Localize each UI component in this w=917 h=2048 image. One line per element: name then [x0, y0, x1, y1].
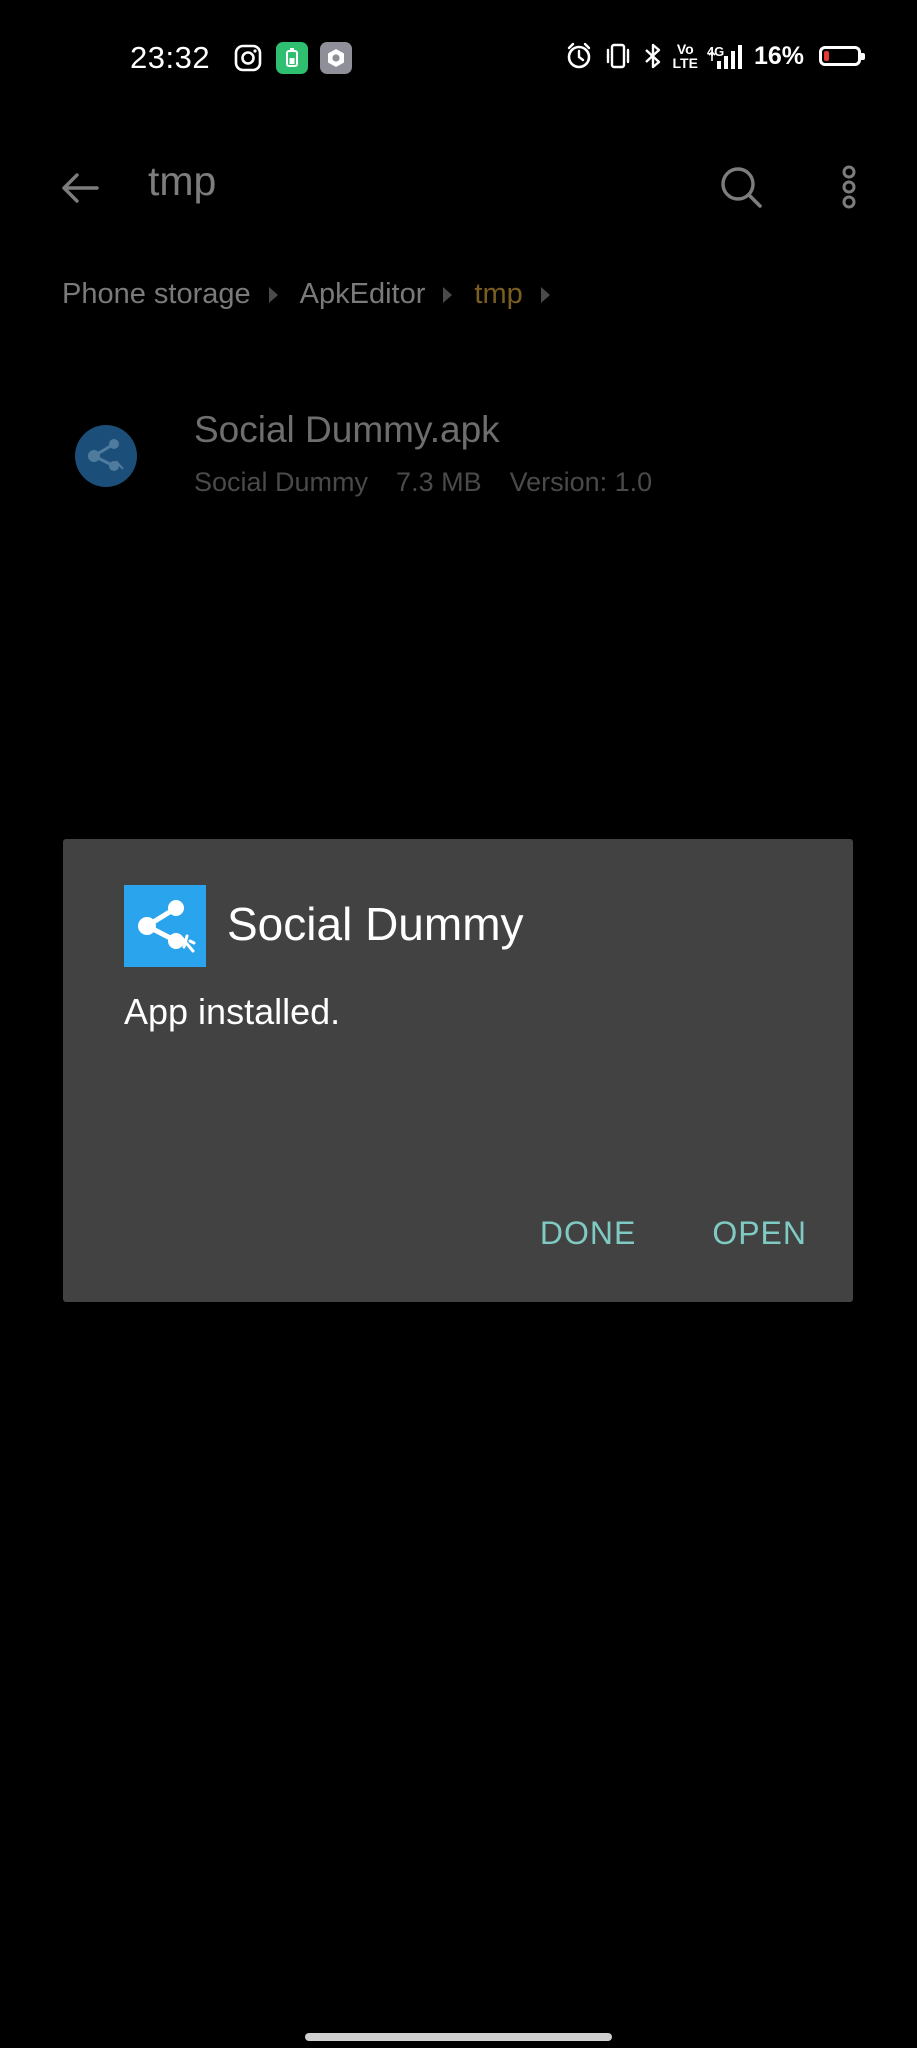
breadcrumb: Phone storage ApkEditor tmp: [62, 278, 572, 311]
file-app-label: Social Dummy: [194, 467, 369, 497]
page-title: tmp: [148, 158, 217, 204]
instagram-icon: [232, 42, 264, 74]
dialog-message: App installed.: [124, 991, 341, 1032]
signal-icon: 4G: [707, 40, 743, 72]
more-options-button[interactable]: [826, 156, 872, 218]
status-time: 23:32: [130, 40, 211, 75]
notification-icons: [232, 42, 352, 74]
volte-bottom-label: LTE: [672, 55, 698, 71]
alarm-icon: [564, 40, 594, 72]
arrow-left-icon: [62, 173, 99, 203]
more-vert-icon: [842, 165, 856, 209]
file-name: Social Dummy.apk: [194, 409, 500, 450]
battery-percent: 16%: [753, 41, 804, 70]
battery-icon: [819, 46, 865, 66]
file-meta: Social Dummy 7.3 MB Version: 1.0: [194, 467, 652, 498]
share-app-icon: [75, 425, 137, 487]
battery-level-fill: [824, 51, 829, 61]
breadcrumb-separator-icon: [268, 286, 278, 303]
system-status-icons: Vo LTE 4G 16%: [564, 40, 865, 72]
top-app-bar: tmp: [0, 130, 917, 240]
list-item[interactable]: Social Dummy.apk Social Dummy 7.3 MB Ver…: [0, 395, 917, 515]
done-button[interactable]: DONE: [540, 1215, 636, 1252]
dialog-title: Social Dummy: [227, 898, 524, 950]
breadcrumb-item-tmp[interactable]: tmp: [474, 278, 522, 311]
file-size: 7.3 MB: [396, 467, 482, 497]
dialog-actions: DONE OPEN: [540, 1215, 807, 1252]
bluetooth-icon: [642, 40, 664, 72]
volte-icon: Vo LTE: [673, 40, 698, 72]
file-version: Version: 1.0: [509, 467, 653, 497]
search-button[interactable]: [710, 156, 772, 218]
navigation-handle[interactable]: [305, 2033, 612, 2041]
search-icon: [721, 167, 762, 208]
open-button[interactable]: OPEN: [712, 1215, 807, 1252]
status-bar: 23:32 Vo LTE 4G 16%: [0, 0, 917, 118]
settings-icon: [320, 42, 352, 74]
breadcrumb-separator-icon: [443, 286, 453, 303]
share-app-icon: [124, 885, 206, 967]
breadcrumb-separator-icon: [540, 286, 550, 303]
vibrate-icon: [603, 40, 633, 72]
back-button[interactable]: [50, 158, 110, 218]
battery-saver-icon: [276, 42, 308, 74]
network-type-label: 4G: [706, 44, 725, 59]
volte-top-label: Vo: [676, 41, 694, 57]
breadcrumb-item-phone-storage[interactable]: Phone storage: [62, 278, 251, 311]
install-result-dialog: Social Dummy App installed. DONE OPEN: [63, 839, 853, 1302]
breadcrumb-item-apkeditor[interactable]: ApkEditor: [300, 278, 426, 311]
